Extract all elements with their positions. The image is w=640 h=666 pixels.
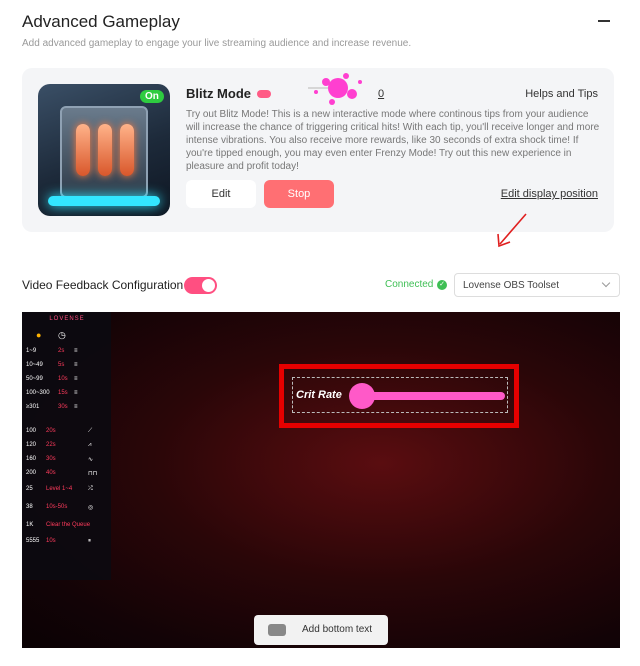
pattern-time: 10s <box>46 538 56 544</box>
chat-bubble-icon <box>268 624 286 636</box>
pattern-amount: 120 <box>26 442 37 448</box>
section-title: Advanced Gameplay <box>22 12 180 31</box>
pattern-amount: 25 <box>26 486 33 492</box>
toolset-select-value: Lovense OBS Toolset <box>463 280 559 291</box>
edit-button[interactable]: Edit <box>186 180 256 208</box>
level-row: 10~49 5s ≡ <box>22 362 111 374</box>
level-bars-icon: ≡ <box>74 348 78 354</box>
helps-and-tips-link[interactable]: Helps and Tips <box>525 88 598 100</box>
add-bottom-text-button[interactable]: Add bottom text <box>254 615 388 645</box>
level-row: 1~9 2s ≡ <box>22 348 111 360</box>
section-subtitle: Add advanced gameplay to engage your liv… <box>22 38 412 49</box>
pattern-wave-icon: ⊓⊓ <box>88 471 98 477</box>
crit-rate-label: Crit Rate <box>296 389 342 401</box>
level-time: 2s <box>58 348 65 354</box>
chevron-down-icon <box>601 278 611 288</box>
video-feedback-label: Video Feedback Configuration <box>22 278 184 292</box>
pattern-wave-icon: ⩘ <box>88 442 92 448</box>
tube-graphic <box>76 124 90 176</box>
blitz-mode-description: Try out Blitz Mode! This is a new intera… <box>186 109 600 172</box>
stream-preview: LOVENSE ● ◷ 1~9 2s ≡ 10~49 5s ≡ 50~99 10… <box>22 312 620 648</box>
level-range: 1~9 <box>26 348 37 354</box>
panel-brand: LOVENSE <box>49 316 85 322</box>
connection-status: Connected <box>385 279 434 290</box>
pattern-row: 120 22s ⩘ <box>22 442 111 454</box>
pattern-amount: 1K <box>26 522 34 528</box>
pattern-time: Level 1~4 <box>46 486 73 492</box>
blitz-mode-count[interactable]: 0 <box>378 88 384 100</box>
level-time: 10s <box>58 376 68 382</box>
pattern-amount: 5555 <box>26 538 40 544</box>
pattern-row: 160 30s ∿ <box>22 456 111 468</box>
pattern-amount: 100 <box>26 428 37 434</box>
level-bars-icon: ≡ <box>74 362 78 368</box>
pattern-amount: 200 <box>26 470 37 476</box>
pattern-row: 100 20s ⟋ <box>22 428 111 440</box>
tube-graphic <box>98 124 112 176</box>
level-range: ≥301 <box>26 404 40 410</box>
pattern-row: 25 Level 1~4 ⤮ <box>22 486 111 498</box>
pattern-time: 20s <box>46 428 56 434</box>
pattern-row: 38 10s-50s ◎ <box>22 504 111 516</box>
clock-icon: ◷ <box>58 330 66 340</box>
level-bars-icon: ≡ <box>74 390 78 396</box>
pattern-time: Clear the Queue <box>46 522 91 528</box>
blitz-mode-indicator-icon <box>257 90 271 98</box>
crit-rate-knob <box>349 383 375 409</box>
level-bars-icon: ≡ <box>74 376 78 382</box>
level-row: ≥301 30s ≡ <box>22 404 111 416</box>
pattern-row: 200 40s ⊓⊓ <box>22 470 111 482</box>
pattern-time: 40s <box>46 470 56 476</box>
level-time: 30s <box>58 404 68 410</box>
shuffle-icon: ⤮ <box>88 486 93 492</box>
level-time: 5s <box>58 362 65 368</box>
pattern-row: 1K Clear the Queue <box>22 522 111 534</box>
crit-rate-frame: Crit Rate <box>292 377 508 413</box>
crit-rate-widget[interactable]: Crit Rate <box>279 364 519 428</box>
pattern-amount: 38 <box>26 504 33 510</box>
pattern-row: 5555 10s ⏸ <box>22 538 111 550</box>
connected-check-icon: ✓ <box>437 280 447 290</box>
tip-menu-panel: LOVENSE ● ◷ 1~9 2s ≡ 10~49 5s ≡ 50~99 10… <box>22 312 111 580</box>
level-range: 100~300 <box>26 390 50 396</box>
pattern-time: 10s-50s <box>46 504 68 510</box>
glow-strip <box>48 196 160 206</box>
pattern-time: 22s <box>46 442 56 448</box>
add-bottom-text-label: Add bottom text <box>302 624 373 635</box>
level-row: 50~99 10s ≡ <box>22 376 111 388</box>
pattern-amount: 160 <box>26 456 37 462</box>
on-badge: On <box>140 90 164 103</box>
coin-icon: ● <box>36 330 42 340</box>
pattern-time: 30s <box>46 456 56 462</box>
pause-icon: ⏸ <box>88 538 92 544</box>
level-row: 100~300 15s ≡ <box>22 390 111 402</box>
annotation-arrow-icon <box>497 213 527 248</box>
stop-button[interactable]: Stop <box>264 180 334 208</box>
collapse-button[interactable] <box>598 20 610 22</box>
pattern-wave-icon: ∿ <box>88 457 94 463</box>
video-feedback-toggle[interactable] <box>184 277 217 294</box>
level-range: 50~99 <box>26 376 43 382</box>
blitz-mode-title: Blitz Mode <box>186 86 251 101</box>
crit-rate-bar <box>369 392 505 400</box>
level-bars-icon: ≡ <box>74 404 78 410</box>
edit-display-position-link[interactable]: Edit display position <box>501 188 598 200</box>
target-icon: ◎ <box>88 505 94 511</box>
paint-splash-graphic <box>308 73 362 105</box>
level-range: 10~49 <box>26 362 43 368</box>
pattern-wave-icon: ⟋ <box>88 428 93 434</box>
level-time: 15s <box>58 390 68 396</box>
toolset-select[interactable]: Lovense OBS Toolset <box>454 273 620 297</box>
blitz-mode-card: On Blitz Mode 0 Helps and Tips Try out B… <box>22 68 614 232</box>
blitz-mode-thumbnail: On <box>38 84 170 216</box>
tube-graphic <box>120 124 134 176</box>
